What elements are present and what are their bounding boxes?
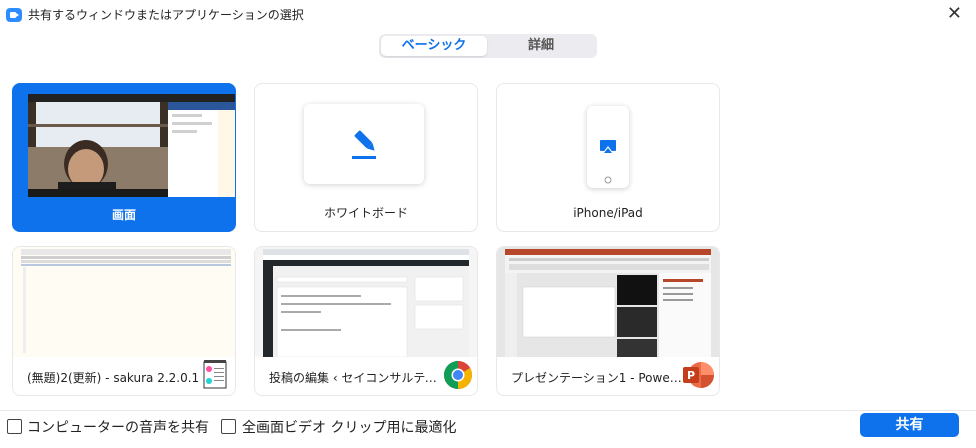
pen-icon [352,130,376,159]
phone-tile [587,106,629,188]
share-option-window-chrome[interactable]: 投稿の編集 ‹ セイコンサルティング... [254,246,478,396]
screen-preview-image [28,94,235,197]
tab-switcher: ベーシック 詳細 [379,34,597,58]
powerpoint-thumbnail [497,247,719,357]
powerpoint-label: プレゼンテーション1 - PowerPoint [511,371,686,385]
chrome-thumbnail [255,247,477,357]
tab-advanced[interactable]: 詳細 [487,36,595,56]
share-computer-audio-checkbox[interactable] [7,419,22,434]
screen-thumbnail [28,94,235,197]
window-title: 共有するウィンドウまたはアプリケーションの選択 [28,8,304,22]
share-option-window-powerpoint[interactable]: プレゼンテーション1 - PowerPoint P [496,246,720,396]
zoom-app-icon [6,8,22,22]
powerpoint-preview-image [497,247,719,357]
share-option-iphone-ipad[interactable]: iPhone/iPad [496,83,720,232]
iphone-label: iPhone/iPad [573,206,643,220]
title-bar: 共有するウィンドウまたはアプリケーションの選択 ✕ [0,0,976,30]
airplay-icon [600,140,616,184]
powerpoint-icon: P [683,361,715,389]
svg-text:P: P [687,369,695,382]
optimize-video-label: 全画面ビデオ クリップ用に最適化 [242,420,457,436]
share-option-screen[interactable]: 画面 [12,83,236,232]
chrome-label: 投稿の編集 ‹ セイコンサルティング... [269,371,444,385]
chrome-icon [443,360,473,390]
notepad-icon [203,359,227,389]
screen-label: 画面 [111,208,136,222]
chrome-preview-image [255,247,477,357]
sakura-preview-image [13,247,235,357]
share-option-whiteboard[interactable]: ホワイトボード [254,83,478,232]
share-computer-audio-label: コンピューターの音声を共有 [27,420,209,436]
whiteboard-label: ホワイトボード [323,206,408,220]
footer-divider [0,410,976,411]
sakura-label: (無題)2(更新) - sakura 2.2.0.1 [27,371,200,385]
share-button[interactable]: 共有 [860,413,959,437]
share-option-window-sakura[interactable]: (無題)2(更新) - sakura 2.2.0.1 [12,246,236,396]
sakura-thumbnail [13,247,235,357]
close-icon[interactable]: ✕ [947,3,962,24]
optimize-video-checkbox[interactable] [221,419,236,434]
tab-basic[interactable]: ベーシック [381,36,487,56]
whiteboard-tile [304,104,424,184]
